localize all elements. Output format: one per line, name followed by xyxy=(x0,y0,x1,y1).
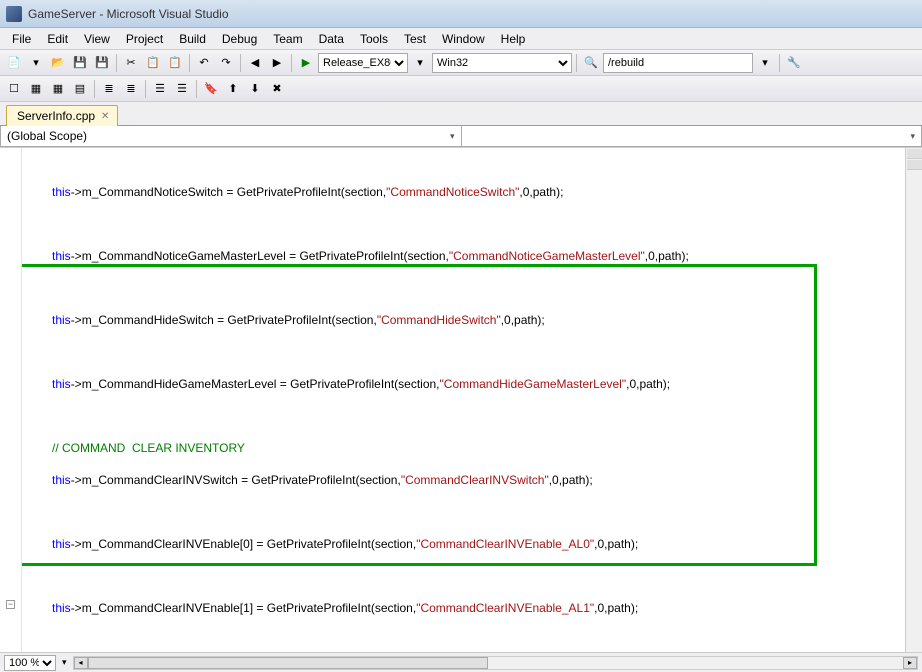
uncomment-button[interactable]: ☰ xyxy=(172,79,192,99)
menu-test[interactable]: Test xyxy=(396,30,434,48)
app-icon xyxy=(6,6,22,22)
dropdown-icon[interactable]: ▾ xyxy=(62,657,67,668)
separator-icon xyxy=(196,80,197,98)
separator-icon xyxy=(145,80,146,98)
scroll-thumb[interactable] xyxy=(88,657,488,669)
collapse-icon[interactable]: − xyxy=(6,600,15,609)
solution-config-combo[interactable]: Release_EX80… xyxy=(318,53,408,73)
close-icon[interactable]: ✕ xyxy=(101,111,109,122)
increase-indent-button[interactable]: ≣ xyxy=(99,79,119,99)
window-title: GameServer - Microsoft Visual Studio xyxy=(28,7,229,21)
open-button[interactable]: 📂 xyxy=(48,53,68,73)
find-button[interactable]: 🔍 xyxy=(581,53,601,73)
scroll-right-icon[interactable]: ▸ xyxy=(903,657,917,669)
document-tabstrip: ServerInfo.cpp ✕ xyxy=(0,102,922,126)
zoom-combo[interactable]: 100 % xyxy=(4,655,56,671)
new-project-button[interactable]: 📄 xyxy=(4,53,24,73)
quick-find-input[interactable] xyxy=(603,53,753,73)
tab-serverinfo-cpp[interactable]: ServerInfo.cpp ✕ xyxy=(6,105,118,126)
menu-help[interactable]: Help xyxy=(493,30,534,48)
menu-edit[interactable]: Edit xyxy=(39,30,76,48)
menu-project[interactable]: Project xyxy=(118,30,171,48)
menu-data[interactable]: Data xyxy=(311,30,352,48)
prev-bookmark-button[interactable]: ⬆ xyxy=(223,79,243,99)
scroll-left-icon[interactable]: ◂ xyxy=(74,657,88,669)
separator-icon xyxy=(189,54,190,72)
split-icon[interactable] xyxy=(907,149,922,159)
solution-platform-combo[interactable]: Win32 xyxy=(432,53,572,73)
code-editor[interactable]: this->m_CommandNoticeSwitch = GetPrivate… xyxy=(22,148,905,652)
window-button[interactable]: ☐ xyxy=(4,79,24,99)
menu-team[interactable]: Team xyxy=(265,30,310,48)
copy-button[interactable]: 📋 xyxy=(143,53,163,73)
bookmark-button[interactable]: 🔖 xyxy=(201,79,221,99)
menu-window[interactable]: Window xyxy=(434,30,493,48)
save-all-button[interactable]: 💾 xyxy=(92,53,112,73)
decrease-indent-button[interactable]: ≣ xyxy=(121,79,141,99)
menu-debug[interactable]: Debug xyxy=(214,30,265,48)
clear-bookmarks-button[interactable]: ✖ xyxy=(267,79,287,99)
outlining-gutter[interactable]: − xyxy=(0,148,22,652)
dropdown-icon[interactable]: ▾ xyxy=(755,53,775,73)
separator-icon xyxy=(94,80,95,98)
cut-button[interactable]: ✂ xyxy=(121,53,141,73)
horizontal-scrollbar[interactable]: ◂ ▸ xyxy=(73,656,918,670)
status-strip: 100 % ▾ ◂ ▸ xyxy=(0,652,922,672)
select-button[interactable]: ▦ xyxy=(26,79,46,99)
vertical-scrollbar[interactable] xyxy=(905,148,922,652)
separator-icon xyxy=(291,54,292,72)
undo-button[interactable]: ↶ xyxy=(194,53,214,73)
nav-back-button[interactable]: ◀ xyxy=(245,53,265,73)
menu-view[interactable]: View xyxy=(76,30,118,48)
next-bookmark-button[interactable]: ⬇ xyxy=(245,79,265,99)
separator-icon xyxy=(779,54,780,72)
window-titlebar: GameServer - Microsoft Visual Studio xyxy=(0,0,922,28)
paste-button[interactable]: 📋 xyxy=(165,53,185,73)
separator-icon xyxy=(240,54,241,72)
chevron-down-icon: ▾ xyxy=(450,131,455,142)
tab-label: ServerInfo.cpp xyxy=(17,109,95,123)
chevron-down-icon: ▾ xyxy=(910,131,915,142)
redo-button[interactable]: ↷ xyxy=(216,53,236,73)
scope-combo[interactable]: (Global Scope) ▾ xyxy=(0,126,461,147)
nav-fwd-button[interactable]: ▶ xyxy=(267,53,287,73)
scroll-up-icon[interactable] xyxy=(907,160,922,170)
menu-file[interactable]: File xyxy=(4,30,39,48)
menu-build[interactable]: Build xyxy=(171,30,214,48)
new-file-button[interactable]: ▾ xyxy=(26,53,46,73)
separator-icon xyxy=(576,54,577,72)
save-button[interactable]: 💾 xyxy=(70,53,90,73)
dropdown-icon[interactable]: ▾ xyxy=(410,53,430,73)
separator-icon xyxy=(116,54,117,72)
navigation-bar: (Global Scope) ▾ ▾ xyxy=(0,126,922,148)
start-debug-button[interactable]: ▶ xyxy=(296,53,316,73)
select-all-button[interactable]: ▦ xyxy=(48,79,68,99)
indent-button[interactable]: ▤ xyxy=(70,79,90,99)
comment-button[interactable]: ☰ xyxy=(150,79,170,99)
toolbox-button[interactable]: 🔧 xyxy=(784,53,804,73)
menu-bar: File Edit View Project Build Debug Team … xyxy=(0,28,922,50)
editor-wrap: − this->m_CommandNoticeSwitch = GetPriva… xyxy=(0,148,922,652)
menu-tools[interactable]: Tools xyxy=(352,30,396,48)
toolbar-standard: 📄 ▾ 📂 💾 💾 ✂ 📋 📋 ↶ ↷ ◀ ▶ ▶ Release_EX80… … xyxy=(0,50,922,76)
member-combo[interactable]: ▾ xyxy=(461,126,922,147)
toolbar-text-editor: ☐ ▦ ▦ ▤ ≣ ≣ ☰ ☰ 🔖 ⬆ ⬇ ✖ xyxy=(0,76,922,102)
scope-label: (Global Scope) xyxy=(7,129,87,143)
